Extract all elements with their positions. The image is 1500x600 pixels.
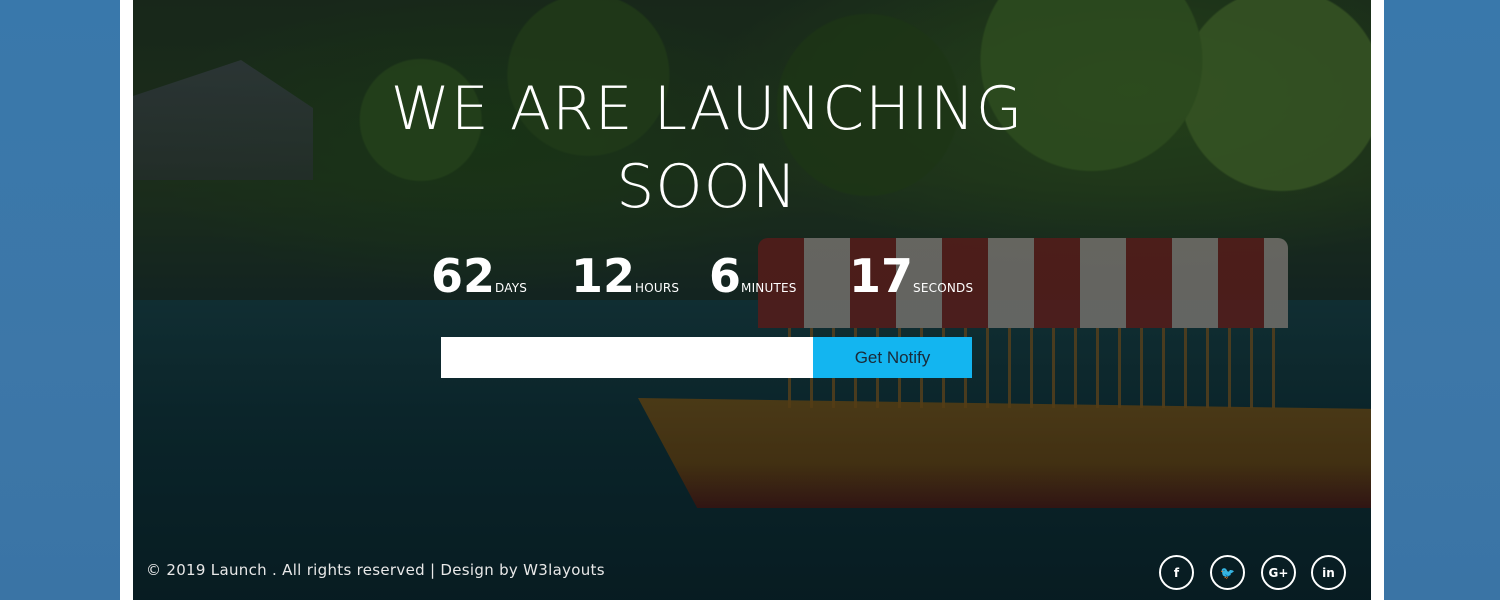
page-title-line-1: WE ARE LAUNCHING [390,74,1024,144]
footer-copyright: © 2019 Launch . All rights reserved | De… [146,561,605,579]
email-input[interactable] [441,337,813,378]
countdown-seconds-label: SECONDS [913,281,974,295]
get-notify-button[interactable]: Get Notify [813,337,972,378]
hero-section: WE ARE LAUNCHING SOON 62DAYS 12HOURS 6MI… [133,0,1371,600]
countdown-days: 62DAYS [431,248,527,304]
countdown-minutes-value: 6 [709,249,742,303]
countdown-hours-label: HOURS [635,281,680,295]
countdown-seconds-value: 17 [849,249,914,303]
facebook-icon[interactable]: f [1159,555,1194,590]
countdown-hours: 12HOURS [571,248,679,304]
countdown-hours-value: 12 [571,249,636,303]
linkedin-icon[interactable]: in [1311,555,1346,590]
notify-form: Get Notify [441,337,972,378]
countdown-minutes: 6MINUTES [709,248,797,304]
twitter-icon[interactable]: 🐦 [1210,555,1245,590]
page-title-line-2: SOON [616,152,798,222]
countdown-days-label: DAYS [495,281,528,295]
countdown-timer: 62DAYS 12HOURS 6MINUTES 17SECONDS [133,248,1371,308]
google-plus-icon[interactable]: G+ [1261,555,1296,590]
page-title: WE ARE LAUNCHING SOON [133,70,1281,226]
countdown-seconds: 17SECONDS [849,248,973,304]
countdown-minutes-label: MINUTES [741,281,797,295]
countdown-days-value: 62 [431,249,496,303]
